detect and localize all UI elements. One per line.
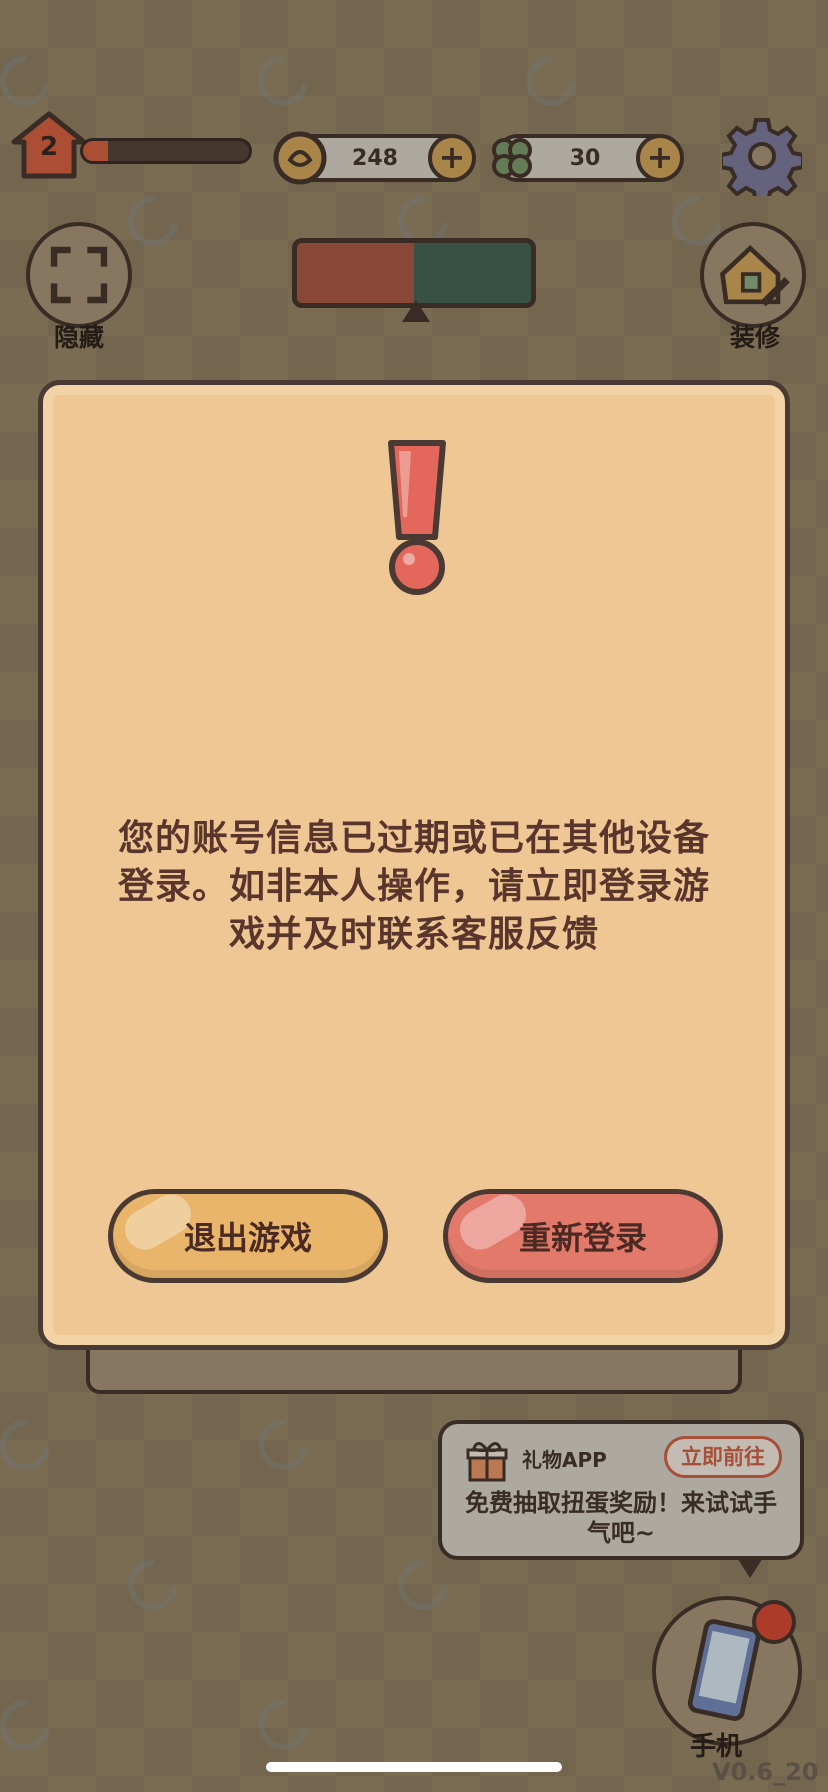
exit-game-label: 退出游戏: [183, 1219, 312, 1257]
exclamation-icon: [388, 440, 446, 595]
version-label: V0.6_20: [712, 1758, 819, 1786]
home-indicator[interactable]: [266, 1762, 562, 1772]
relogin-label: 重新登录: [518, 1219, 647, 1257]
session-expired-dialog: 您的账号信息已过期或已在其他设备登录。如非本人操作，请立即登录游戏并及时联系客服…: [38, 380, 790, 1350]
dialog-message: 您的账号信息已过期或已在其他设备登录。如非本人操作，请立即登录游戏并及时联系客服…: [117, 818, 710, 955]
relogin-button[interactable]: 重新登录: [443, 1189, 723, 1283]
exit-game-button[interactable]: 退出游戏: [108, 1189, 388, 1283]
